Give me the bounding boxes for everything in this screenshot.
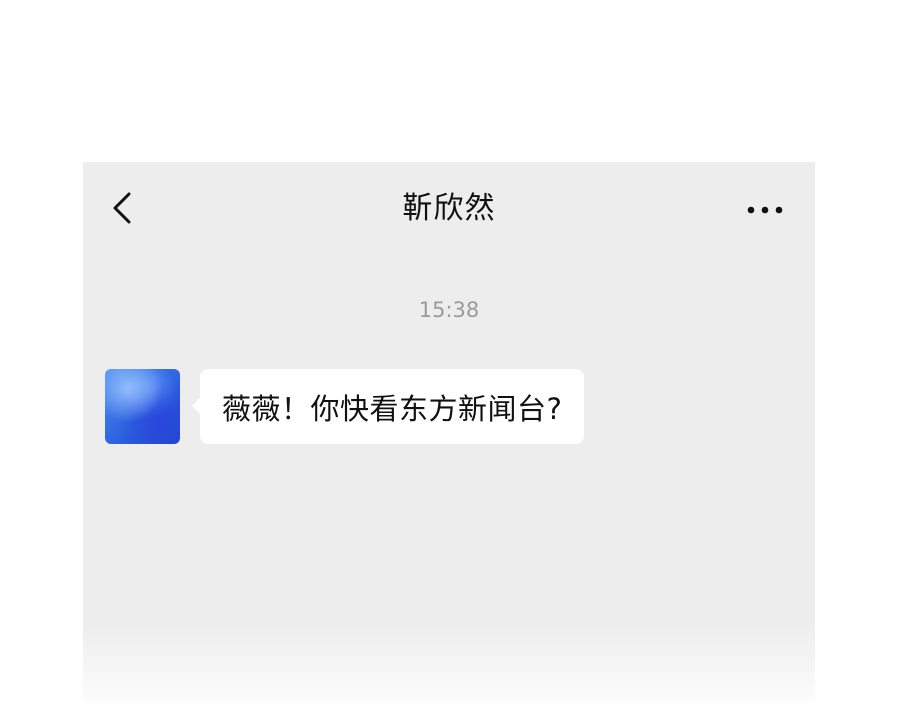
top-navigation-bar: 靳欣然 (83, 162, 815, 254)
message-bubble[interactable]: 薇薇！你快看东方新闻台? (191, 369, 585, 444)
more-horizontal-icon (747, 206, 783, 214)
chat-screen: 靳欣然 15:38 薇薇！你快看东方新闻台? (83, 162, 815, 702)
contact-avatar[interactable] (105, 369, 180, 444)
message-text: 薇薇！你快看东方新闻台? (222, 391, 563, 426)
message-timestamp: 15:38 (418, 298, 480, 322)
more-options-button[interactable] (745, 192, 785, 228)
message-row: 薇薇！你快看东方新闻台? (105, 369, 805, 445)
chat-title: 靳欣然 (402, 191, 496, 226)
